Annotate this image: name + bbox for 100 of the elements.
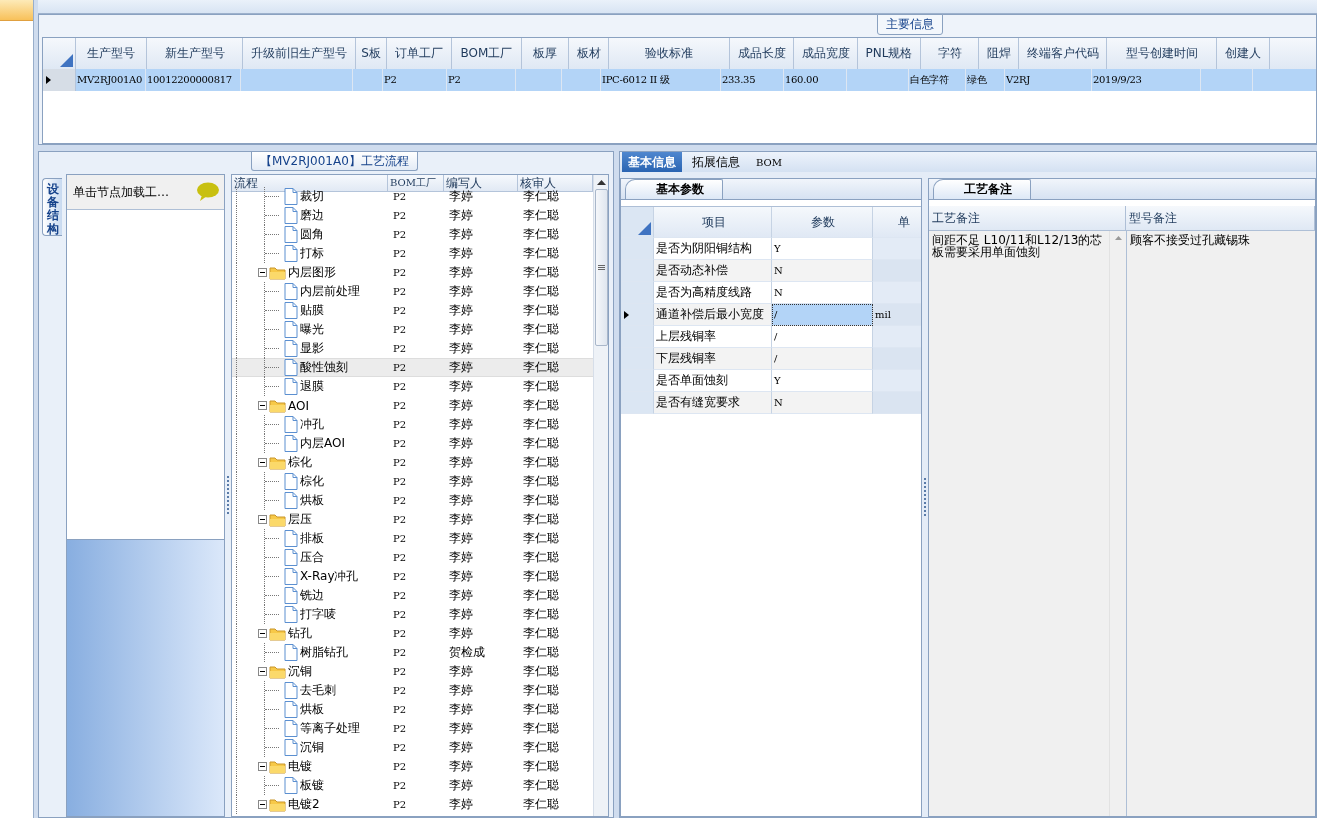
document-icon [284, 492, 298, 509]
tree-cell-text: 李婷 [448, 568, 474, 585]
tree-cell-text: 李仁聪 [522, 587, 560, 604]
document-icon [284, 340, 298, 357]
tree-cell-text: P2 [392, 210, 408, 221]
tree-cell-text: 李婷 [448, 663, 474, 680]
column-header[interactable]: 参数 [772, 207, 873, 238]
tree-cell-text: 李婷 [448, 340, 474, 357]
tree-row[interactable]: 电镀 P2 李婷 李仁聪 [232, 757, 593, 776]
grid-cell[interactable]: / [772, 348, 873, 370]
grid-cell[interactable]: N [772, 392, 873, 414]
collapse-icon[interactable] [258, 268, 267, 277]
document-icon [284, 682, 298, 699]
tree-row[interactable]: 烘板 P2 李婷 李仁聪 [232, 700, 593, 719]
tree-cell-text: 李婷 [448, 283, 474, 300]
tree-cell-text: 李婷 [448, 796, 474, 813]
scrollbar[interactable] [593, 175, 608, 816]
tree-row[interactable]: 压合 P2 李婷 李仁聪 [232, 548, 593, 567]
column-header[interactable]: BOM工厂 [388, 175, 444, 191]
tree-row[interactable]: 内层AOI P2 李婷 李仁聪 [232, 434, 593, 453]
side-tab[interactable]: 设备结构 [42, 178, 62, 236]
document-icon [284, 473, 298, 490]
tree-row[interactable]: 内层前处理 P2 李婷 李仁聪 [232, 282, 593, 301]
tree-row[interactable]: 曝光 P2 李婷 李仁聪 [232, 320, 593, 339]
scroll-thumb[interactable] [594, 189, 608, 346]
node-label: 显影 [300, 340, 324, 357]
node-label: 层压 [288, 511, 312, 528]
collapse-icon[interactable] [258, 762, 267, 771]
tree-row[interactable]: 沉铜 P2 李婷 李仁聪 [232, 738, 593, 757]
tree-row[interactable]: 铣边 P2 李婷 李仁聪 [232, 586, 593, 605]
node-label: 压合 [300, 549, 324, 566]
document-icon [284, 435, 298, 452]
tree-cell-text: P2 [392, 685, 408, 696]
tree-row[interactable]: 去毛刺 P2 李婷 李仁聪 [232, 681, 593, 700]
tree-row[interactable]: 圆角 P2 李婷 李仁聪 [232, 225, 593, 244]
grid-cell: V2RJ [1006, 74, 1030, 85]
tree-row[interactable]: 钻孔 P2 李婷 李仁聪 [232, 624, 593, 643]
corner-triangle-icon [638, 222, 651, 235]
tree-cell-text: 李婷 [448, 473, 474, 490]
tab[interactable]: 拓展信息 [686, 152, 746, 172]
tree-row[interactable]: 酸性蚀刻 P2 李婷 李仁聪 [232, 358, 593, 377]
tree-row[interactable]: 棕化 P2 李婷 李仁聪 [232, 453, 593, 472]
tree-row[interactable]: 磨边 P2 李婷 李仁聪 [232, 206, 593, 225]
folder-icon [269, 455, 286, 470]
tree-row[interactable]: 内层图形 P2 李婷 李仁聪 [232, 263, 593, 282]
node-label: 裁切 [300, 188, 324, 205]
grid-cell: 上层残铜率 [654, 326, 772, 348]
tree-row[interactable]: 层压 P2 李婷 李仁聪 [232, 510, 593, 529]
splitter-handle[interactable] [227, 475, 229, 516]
column-header[interactable]: 工艺备注 [929, 206, 1126, 230]
panel-tab[interactable]: 工艺备注 [933, 179, 1031, 199]
tree-row[interactable]: 冲孔 P2 李婷 李仁聪 [232, 415, 593, 434]
tab[interactable]: BOM [750, 152, 788, 172]
grid-cell: 是否动态补偿 [654, 260, 772, 282]
tree-cell-text: 李婷 [448, 435, 474, 452]
node-label: 排板 [300, 530, 324, 547]
collapse-icon[interactable] [258, 667, 267, 676]
tree-row[interactable]: 电镀2 P2 李婷 李仁聪 [232, 795, 593, 814]
grid-cell: 10012200000817 [147, 74, 232, 85]
panel-tab[interactable]: 基本参数 [625, 179, 723, 199]
grid-row[interactable]: MV2RJ001A0 10012200000817 P2 P2 IPC-6012 II 级 233.35 160.00 白色字符 绿色 V2RJ 2019/9/23 [43, 69, 1316, 91]
tree-cell-text: 李婷 [448, 189, 474, 205]
column-header[interactable]: 型号备注 [1126, 206, 1315, 230]
scroll-up-icon[interactable] [596, 179, 606, 185]
tree-cell-text: 李仁聪 [522, 264, 560, 281]
collapse-icon[interactable] [258, 515, 267, 524]
tree-row[interactable]: 退膜 P2 李婷 李仁聪 [232, 377, 593, 396]
tree-row[interactable]: 棕化 P2 李婷 李仁聪 [232, 472, 593, 491]
node-label: 冲孔 [300, 416, 324, 433]
tree-row[interactable]: AOI P2 李婷 李仁聪 [232, 396, 593, 415]
tab[interactable]: 基本信息 [622, 152, 682, 172]
tree-row[interactable]: 沉铜 P2 李婷 李仁聪 [232, 662, 593, 681]
splitter-handle[interactable] [924, 477, 926, 518]
document-icon [284, 321, 298, 338]
tree-row[interactable]: 烘板 P2 李婷 李仁聪 [232, 491, 593, 510]
grid-cell[interactable]: / [772, 304, 873, 326]
grid-cell[interactable]: N [772, 260, 873, 282]
document-icon [284, 359, 298, 376]
node-label: 打字唛 [300, 606, 336, 623]
collapse-icon[interactable] [258, 458, 267, 467]
collapse-icon[interactable] [258, 800, 267, 809]
collapse-icon[interactable] [258, 629, 267, 638]
tree-cell-text: 李仁聪 [522, 454, 560, 471]
tree-row[interactable]: 贴膜 P2 李婷 李仁聪 [232, 301, 593, 320]
folder-icon [269, 398, 286, 413]
document-icon [284, 416, 298, 433]
column-header[interactable]: 编写人 [444, 175, 518, 191]
tree-row[interactable]: 排板 P2 李婷 李仁聪 [232, 529, 593, 548]
tree-row[interactable]: 打字唛 P2 李婷 李仁聪 [232, 605, 593, 624]
node-label: 烘板 [300, 701, 324, 718]
collapse-icon[interactable] [258, 401, 267, 410]
tree-row[interactable]: X-Ray冲孔 P2 李婷 李仁聪 [232, 567, 593, 586]
tree-row[interactable]: 板镀 P2 李婷 李仁聪 [232, 776, 593, 795]
tree-row[interactable]: 等离子处理 P2 李婷 李仁聪 [232, 719, 593, 738]
tree-row[interactable]: 树脂钻孔 P2 贺检成 李仁聪 [232, 643, 593, 662]
tree-cell-text: P2 [392, 229, 408, 240]
tree-cell-text: 李仁聪 [522, 530, 560, 547]
sidebar-item[interactable] [0, 0, 33, 21]
node-label: 铣边 [300, 587, 324, 604]
tree-row[interactable]: 打标 P2 李婷 李仁聪 [232, 244, 593, 263]
